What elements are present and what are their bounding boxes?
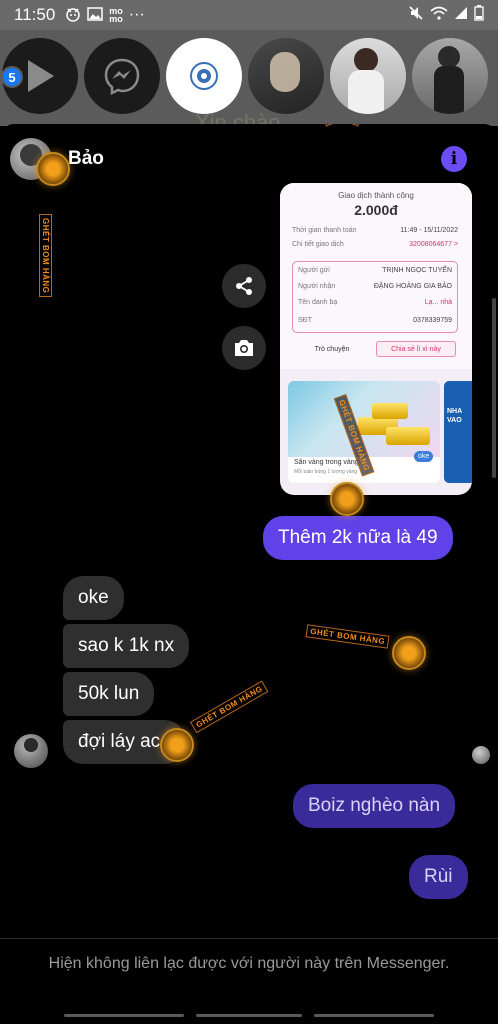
watermark-text: GHÉT BOM HÀNG — [190, 680, 269, 734]
avatar[interactable] — [10, 138, 52, 180]
battery-icon — [474, 4, 484, 26]
status-time: 11:50 — [14, 5, 56, 24]
message-incoming[interactable]: 50k lun — [63, 672, 155, 716]
promo-banner-title: Săn vàng trong vàng — [294, 459, 359, 466]
receipt-row-label: Chi tiết giao dịch — [292, 241, 344, 248]
receipt-row-value: ĐẶNG HOÀNG GIA BẢO — [373, 283, 452, 290]
sticker-icon — [65, 6, 81, 25]
promo-banner-subtitle: Mỗi tuần trúng 1 lượng vàng — [294, 469, 358, 475]
receipt-amount: 2.000đ — [354, 202, 398, 218]
watermark-seal — [392, 636, 426, 670]
avatar[interactable] — [14, 734, 48, 768]
status-bar: 11:50 mo mo ··· — [0, 0, 498, 30]
nav-line — [64, 1014, 184, 1017]
receipt-row-value: 32008064677 > — [409, 241, 458, 248]
navigation-bar — [0, 1006, 498, 1024]
receipt-card: Giao dịch thành công 2.000đ Thời gian th… — [280, 183, 472, 369]
receipt-chat-button: Trò chuyện — [314, 345, 350, 353]
more-icon: ··· — [128, 6, 145, 23]
receipt-row-value: TRỊNH NGỌC TUYẾN — [382, 267, 452, 274]
receipt-row-value: Lạ... nhà — [424, 299, 452, 306]
share-icon — [236, 277, 252, 295]
chat-head-messenger[interactable] — [84, 38, 160, 114]
watermark-text: GHÉT BOM HÀNG — [305, 624, 390, 649]
promo-banner-image — [288, 381, 440, 457]
app-logo-icon — [190, 62, 218, 90]
receipt-row-label: Người gửi — [298, 267, 330, 274]
receipt-row-label: Thời gian thanh toán — [292, 227, 357, 234]
gold-bar-shape — [386, 427, 430, 445]
receipt-row-label: Tên danh bạ — [298, 299, 338, 306]
momo-icon: mo mo — [109, 6, 123, 24]
promo-banner: Săn vàng trong vàng Mỗi tuần trúng 1 lượ… — [288, 381, 440, 483]
camera-button[interactable] — [222, 326, 266, 370]
receipt-row-label: Người nhận — [298, 283, 336, 290]
promo-side-card: NHA VAO — [444, 381, 472, 483]
unavailable-notice: Hiện không liên lạc được với người này t… — [48, 955, 450, 972]
gold-bar-shape — [372, 403, 408, 419]
contact-name[interactable]: Bảo — [68, 148, 104, 170]
receipt-row-value: 11:49 - 15/11/2022 — [400, 227, 458, 234]
receipt-row-label: SĐT — [298, 317, 312, 324]
image-icon — [87, 6, 104, 24]
signal-icon — [454, 6, 468, 25]
share-button[interactable] — [222, 264, 266, 308]
chat-panel: Bảo i Giao dịch thành công 2.000đ Thời g… — [0, 124, 498, 1024]
camera-icon — [235, 340, 253, 356]
chat-head-app[interactable] — [166, 38, 242, 114]
message-outgoing[interactable]: Rùi — [409, 855, 468, 899]
scrollbar[interactable] — [492, 298, 496, 478]
receipt-share-button: Chia sẻ lì xì này — [376, 341, 456, 357]
chat-head-count-badge: 5 — [1, 66, 23, 88]
status-right-icons — [408, 4, 484, 26]
message-incoming[interactable]: đợi láy acc — [63, 720, 185, 764]
mute-icon — [408, 5, 424, 26]
info-button[interactable]: i — [441, 146, 467, 172]
message-outgoing[interactable]: Boiz nghèo nàn — [293, 784, 456, 828]
play-icon — [28, 60, 54, 92]
nav-line — [196, 1014, 302, 1017]
message-incoming[interactable]: sao k 1k nx — [63, 624, 190, 668]
promo-side-text: NHA VAO — [447, 408, 463, 424]
wifi-icon — [430, 6, 448, 25]
nav-line — [314, 1014, 434, 1017]
status-left-icons: mo mo ··· — [65, 6, 145, 25]
receipt-title: Giao dịch thành công — [338, 191, 414, 200]
chat-head-contact-2[interactable] — [330, 38, 406, 114]
promo-oke-button: oke — [414, 451, 434, 462]
message-outgoing[interactable]: Thêm 2k nữa là 49 — [263, 516, 453, 560]
receipt-row-value: 0378339759 — [413, 317, 452, 324]
shared-image[interactable]: Giao dịch thành công 2.000đ Thời gian th… — [280, 183, 472, 495]
read-receipt-avatar — [472, 746, 490, 764]
message-incoming[interactable]: oke — [63, 576, 124, 620]
chat-head-contact-1[interactable] — [248, 38, 324, 114]
chat-head-contact-3[interactable] — [412, 38, 488, 114]
messenger-icon — [104, 58, 140, 95]
watermark-text: GHÉT BOM HÀNG — [39, 214, 52, 298]
